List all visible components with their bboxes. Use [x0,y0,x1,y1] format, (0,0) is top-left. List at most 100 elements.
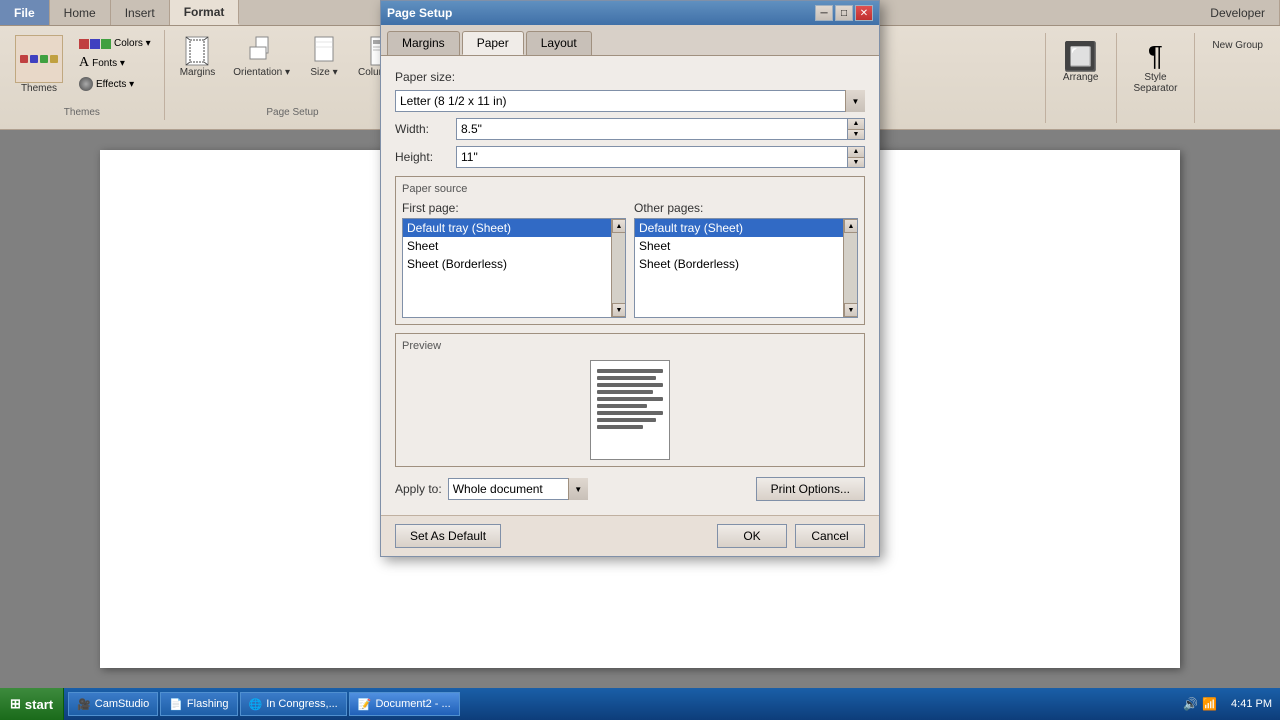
width-spinner: ▲ ▼ [456,118,865,140]
height-label: Height: [395,150,450,164]
document-icon: 📝 [358,698,372,711]
other-pages-listbox[interactable]: Default tray (Sheet) Sheet Sheet (Border… [634,218,858,318]
dialog-close-button[interactable]: ✕ [855,5,873,21]
orientation-icon [246,35,278,67]
height-up-button[interactable]: ▲ [848,147,864,158]
tab-paper[interactable]: Paper [462,31,524,55]
theme-fonts-button[interactable]: A Fonts ▾ [74,53,156,73]
ribbon-group-themes: Themes Colors ▾ A Fonts ▾ [0,30,165,120]
taskbar-items: 🎥 CamStudio 📄 Flashing 🌐 In Congress,...… [64,692,1177,716]
dialog-maximize-button[interactable]: □ [835,5,853,21]
footer-right: OK Cancel [717,524,865,548]
paper-size-select[interactable]: Letter (8 1/2 x 11 in) A4 Legal [395,90,865,112]
clock-time: 4:41 PM [1231,698,1272,710]
theme-colors-label: Colors ▾ [114,38,151,49]
tab-file[interactable]: File [0,0,50,25]
camstudio-icon: 🎥 [77,698,91,711]
first-page-scroll-up[interactable]: ▲ [612,219,626,233]
theme-colors-button[interactable]: Colors ▾ [74,36,156,51]
taskbar: ⊞ start 🎥 CamStudio 📄 Flashing 🌐 In Cong… [0,688,1280,720]
tab-layout[interactable]: Layout [526,31,592,55]
arrange-button[interactable]: 🔲 Arrange [1056,37,1106,86]
dialog-controls: ─ □ ✕ [815,5,873,21]
apply-to-select[interactable]: Whole document This point forward This s… [448,478,588,500]
paper-size-section-label: Paper size: [395,70,865,84]
style-separator-label: Style Separator [1134,72,1178,94]
ok-button[interactable]: OK [717,524,787,548]
themes-icon [15,35,63,83]
margins-button[interactable]: Margins [173,32,223,81]
page-setup-items: Margins Orientation ▾ [173,32,413,81]
list-item[interactable]: Default tray (Sheet) [403,219,625,237]
height-spinner-buttons: ▲ ▼ [847,146,865,168]
first-page-listbox[interactable]: Default tray (Sheet) Sheet Sheet (Border… [402,218,626,318]
list-item[interactable]: Sheet [635,237,857,255]
theme-effects-label: Effects ▾ [96,79,134,90]
taskbar-item-flashing[interactable]: 📄 Flashing [160,692,237,716]
preview-page [590,360,670,460]
list-item[interactable]: Sheet (Borderless) [635,255,857,273]
style-separator-group: ¶ Style Separator [1116,33,1195,123]
dialog-title: Page Setup [387,6,452,20]
themes-button[interactable]: Themes [8,32,70,97]
first-page-scroll-down[interactable]: ▼ [612,303,626,317]
cancel-button[interactable]: Cancel [795,524,865,548]
theme-effects-icon [79,77,93,91]
theme-effects-button[interactable]: Effects ▾ [74,75,156,93]
preview-line-1 [597,369,663,373]
dialog-footer: Set As Default OK Cancel [381,515,879,556]
flashing-label: Flashing [187,698,229,710]
document-label: Document2 - ... [375,698,450,710]
tray-network-icon: 🔊 [1183,697,1198,711]
list-item[interactable]: Sheet [403,237,625,255]
theme-fonts-icon: A [79,55,89,71]
arrange-group: 🔲 Arrange [1045,33,1116,123]
width-input[interactable] [456,118,847,140]
start-label: start [25,697,53,712]
preview-line-2 [597,376,656,380]
print-options-button[interactable]: Print Options... [756,477,865,501]
paper-size-row: Letter (8 1/2 x 11 in) A4 Legal ▼ [395,90,865,112]
first-page-scrollbar[interactable]: ▲ ▼ [611,219,625,317]
style-separator-button[interactable]: ¶ Style Separator [1127,37,1185,97]
set-as-default-button[interactable]: Set As Default [395,524,501,548]
tab-developer[interactable]: Developer [1196,0,1280,25]
start-button[interactable]: ⊞ start [0,688,64,720]
list-item[interactable]: Sheet (Borderless) [403,255,625,273]
themes-label: Themes [21,83,57,94]
other-pages-scroll-down[interactable]: ▼ [844,303,858,317]
new-group-button[interactable]: New Group [1205,37,1270,54]
width-down-button[interactable]: ▼ [848,130,864,140]
orientation-button[interactable]: Orientation ▾ [226,32,297,81]
preview-line-7 [597,411,663,415]
tray-sound-icon: 📶 [1202,697,1217,711]
other-pages-scroll-up[interactable]: ▲ [844,219,858,233]
height-row: Height: ▲ ▼ [395,146,865,168]
other-pages-col: Other pages: Default tray (Sheet) Sheet … [634,201,858,318]
tab-insert[interactable]: Insert [111,0,170,25]
height-input[interactable] [456,146,847,168]
taskbar-item-camstudio[interactable]: 🎥 CamStudio [68,692,158,716]
taskbar-tray: 🔊 📶 [1177,697,1223,711]
apply-to-row: Apply to: Whole document This point forw… [395,477,865,501]
theme-fonts-label: Fonts ▾ [92,58,125,69]
other-pages-scrollbar[interactable]: ▲ ▼ [843,219,857,317]
new-group-group: New Group [1194,33,1280,123]
other-pages-label: Other pages: [634,201,858,215]
width-up-button[interactable]: ▲ [848,119,864,130]
height-down-button[interactable]: ▼ [848,158,864,168]
themes-items: Themes Colors ▾ A Fonts ▾ [8,32,156,97]
paper-source-section: Paper source First page: Default tray (S… [395,176,865,325]
tab-margins[interactable]: Margins [387,31,460,55]
taskbar-item-congress[interactable]: 🌐 In Congress,... [240,692,347,716]
footer-left: Set As Default [395,524,501,548]
dialog-minimize-button[interactable]: ─ [815,5,833,21]
tab-format[interactable]: Format [170,0,240,25]
taskbar-item-document[interactable]: 📝 Document2 - ... [349,692,460,716]
margins-icon [181,35,213,67]
list-item[interactable]: Default tray (Sheet) [635,219,857,237]
tab-home[interactable]: Home [50,0,111,25]
size-button[interactable]: Size ▾ [301,32,347,81]
windows-icon: ⊞ [10,696,21,712]
style-separator-icon: ¶ [1139,40,1171,72]
